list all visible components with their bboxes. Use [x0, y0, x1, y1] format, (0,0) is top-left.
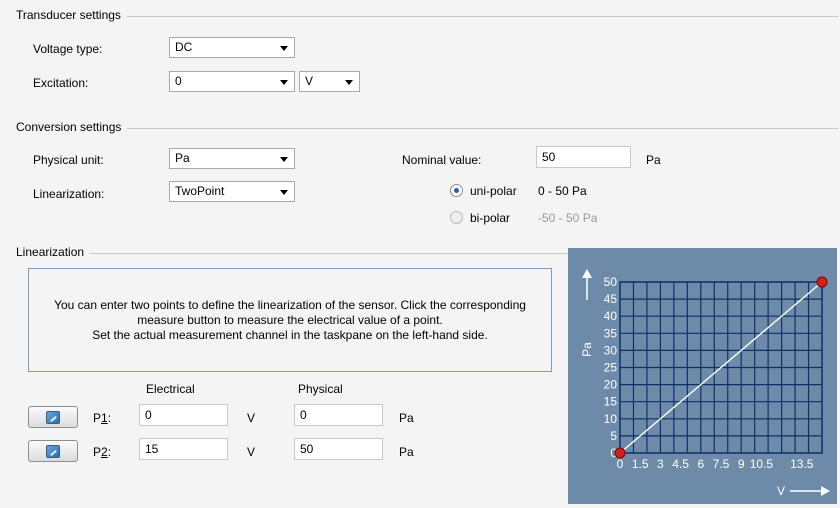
excitation-label: Excitation: [33, 76, 89, 90]
chevron-down-icon [280, 190, 288, 195]
p2-label: P2: [93, 445, 111, 459]
y-tick-label: 5 [610, 429, 617, 443]
p2-label-suffix: : [107, 445, 112, 459]
p1-physical-input[interactable]: 0 [294, 404, 383, 426]
conversion-settings-title: Conversion settings [16, 120, 128, 134]
y-tick-label: 50 [604, 275, 618, 289]
voltage-type-label: Voltage type: [33, 42, 103, 56]
unipolar-radio[interactable] [450, 184, 463, 197]
chevron-down-icon [280, 157, 288, 162]
conversion-group-line [16, 128, 838, 129]
p2-label-prefix: P [93, 445, 102, 459]
transducer-settings-title: Transducer settings [16, 8, 127, 22]
bipolar-radio[interactable] [450, 211, 463, 224]
excitation-value: 0 [175, 74, 182, 88]
y-tick-label: 20 [604, 378, 618, 392]
p1-label-suffix: : [107, 411, 112, 425]
unipolar-label: uni-polar [470, 184, 517, 198]
linearization-chart-svg: 051015202530354045500 1.5 3 4.5 6 7.5 9 10.5 13.… [568, 248, 837, 504]
nominal-value-input[interactable]: 50 [536, 146, 631, 168]
y-tick-label: 10 [604, 412, 618, 426]
unipolar-range: 0 - 50 Pa [538, 184, 587, 198]
data-point [614, 447, 626, 459]
y-tick-label: 25 [604, 361, 618, 375]
physical-unit-select[interactable]: Pa [169, 148, 295, 169]
info-line-3: Set the actual measurement channel in th… [92, 327, 488, 342]
linearization-type-value: TwoPoint [175, 184, 225, 198]
excitation-unit-select[interactable]: V [299, 71, 360, 92]
p2-electrical-input[interactable]: 15 [139, 438, 228, 460]
data-point [816, 276, 828, 288]
y-axis-label: Pa [580, 342, 594, 357]
y-tick-label: 30 [604, 343, 618, 357]
y-tick-label: 35 [604, 326, 618, 340]
radio-selected-dot [454, 188, 459, 193]
p1-physical-unit: Pa [399, 411, 414, 425]
x-tick-label: 0 [617, 457, 624, 471]
electrical-header: Electrical [146, 382, 195, 396]
physical-header: Physical [298, 382, 343, 396]
linearization-group-line [16, 253, 568, 254]
x-tick-label: 3 [657, 457, 664, 471]
p1-electrical-unit: V [247, 411, 256, 425]
nominal-unit-label: Pa [646, 153, 661, 167]
physical-unit-label: Physical unit: [33, 153, 104, 167]
measure-p1-button[interactable] [28, 406, 78, 428]
voltage-type-value: DC [175, 40, 193, 54]
chevron-down-icon [280, 46, 288, 51]
linearization-info-box: You can enter two points to define the l… [28, 268, 552, 372]
x-axis-label: V [777, 484, 785, 498]
info-line-1: You can enter two points to define the l… [54, 297, 526, 312]
measure-p2-button[interactable] [28, 440, 78, 462]
linearization-type-select[interactable]: TwoPoint [169, 181, 295, 202]
transducer-group-line [16, 16, 838, 17]
p2-physical-input[interactable]: 50 [294, 438, 383, 460]
gauge-icon [46, 444, 60, 458]
excitation-unit-value: V [305, 74, 314, 88]
y-tick-label: 15 [604, 395, 618, 409]
chevron-down-icon [280, 80, 288, 85]
x-tick-label: 13.5 [790, 457, 814, 471]
excitation-select[interactable]: 0 [169, 71, 295, 92]
gauge-icon [46, 410, 60, 424]
bipolar-label: bi-polar [470, 211, 511, 225]
info-line-2: measure button to measure the electrical… [137, 312, 443, 327]
y-tick-label: 40 [604, 309, 618, 323]
x-tick-label: 4.5 [672, 457, 689, 471]
x-tick-label: 7.5 [713, 457, 730, 471]
y-tick-label: 45 [604, 292, 618, 306]
physical-unit-value: Pa [175, 151, 190, 165]
chevron-down-icon [345, 80, 353, 85]
x-tick-label: 9 [738, 457, 745, 471]
linearization-title: Linearization [16, 245, 91, 259]
voltage-type-select[interactable]: DC [169, 37, 295, 58]
p1-electrical-input[interactable]: 0 [139, 404, 228, 426]
p1-label-prefix: P [93, 411, 102, 425]
x-tick-label: 6 [697, 457, 704, 471]
x-tick-label: 1.5 [632, 457, 649, 471]
p1-label-num: 1 [101, 411, 108, 425]
p2-label-num: 2 [101, 445, 108, 459]
p2-physical-unit: Pa [399, 445, 414, 459]
p2-electrical-unit: V [247, 445, 256, 459]
p1-label: P1: [93, 411, 111, 425]
x-tick-label: 10.5 [750, 457, 774, 471]
linearization-type-label: Linearization: [33, 187, 105, 201]
nominal-value-label: Nominal value: [402, 153, 482, 167]
linearization-chart: 0 5 10 15 20 25 30 35 40 45 50 0 1.5 3 4.5 6 7.5 9 10.5 13.… [568, 248, 837, 504]
bipolar-range: -50 - 50 Pa [538, 211, 598, 225]
